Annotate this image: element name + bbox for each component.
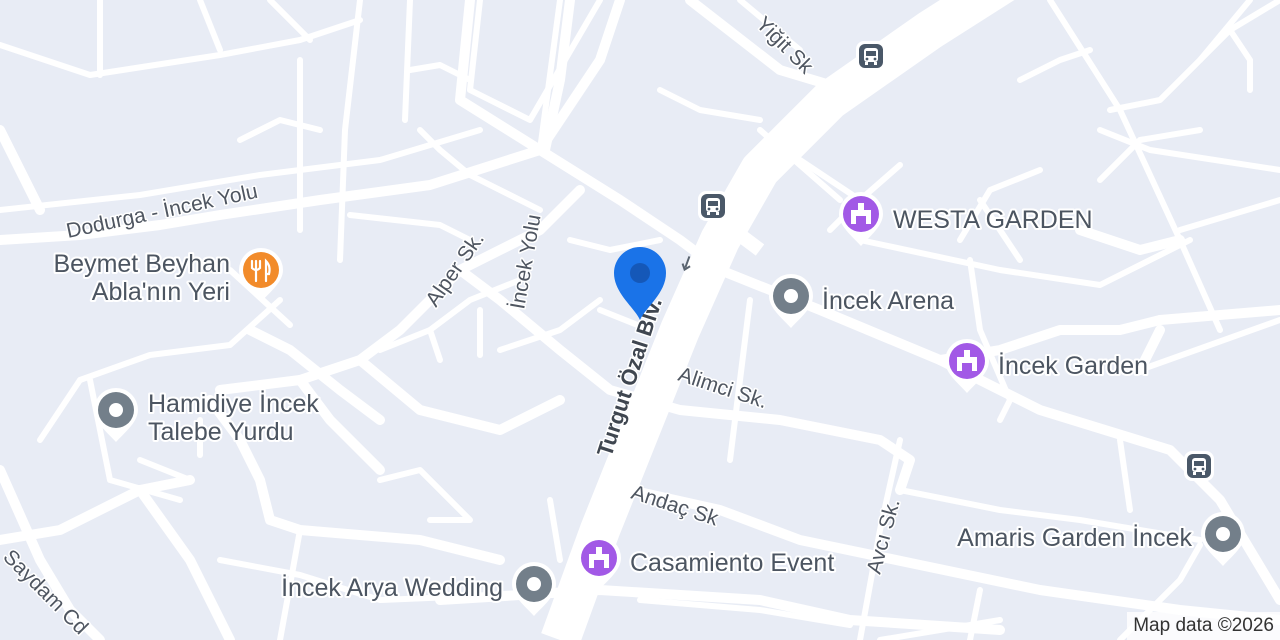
restaurant-pin[interactable] <box>239 248 283 302</box>
street-label-incek-yolu: İncek Yolu <box>506 213 545 311</box>
poi-beymet-beyhan[interactable]: Beymet Beyhan Abla'nın Yeri <box>52 248 284 308</box>
poi-amaris-garden[interactable]: Amaris Garden İncek <box>955 512 1245 566</box>
map-view[interactable]: Dodurga - İncek Yolu Alper Sk. İncek Yol… <box>0 0 1280 640</box>
bus-stop-2[interactable] <box>698 191 728 221</box>
poi-casamiento-event[interactable]: Casamiento Event <box>577 536 836 590</box>
poi-label-incek-arena: İncek Arena <box>822 286 954 315</box>
place-dot-icon <box>784 289 798 303</box>
street-label-alimci: Alimci Sk. <box>675 363 770 413</box>
place-dot-icon <box>109 403 123 417</box>
place-dot-icon <box>527 577 541 591</box>
poi-label-hamidiye-line2: Talebe Yurdu <box>148 418 294 446</box>
poi-westa-garden[interactable]: WESTA GARDEN <box>839 192 1095 246</box>
generic-place-pin[interactable] <box>769 274 813 328</box>
map-canvas[interactable]: Dodurga - İncek Yolu Alper Sk. İncek Yol… <box>0 0 1280 640</box>
poi-incek-arya-wedding[interactable]: İncek Arya Wedding <box>279 562 556 616</box>
street-label-andac: Andaç Sk <box>628 481 721 531</box>
poi-label-casamiento: Casamiento Event <box>630 549 834 577</box>
poi-hamidiye-incek[interactable]: Hamidiye İncek Talebe Yurdu <box>94 387 321 448</box>
street-label-saydam: Saydam Cd <box>0 545 92 639</box>
generic-place-pin[interactable] <box>1201 512 1245 566</box>
event-venue-pin[interactable] <box>839 192 883 246</box>
poi-incek-garden[interactable]: İncek Garden <box>945 339 1150 393</box>
place-dot-icon <box>1216 527 1230 541</box>
poi-label-beymet-line1: Beymet Beyhan <box>54 250 231 278</box>
poi-label-hamidiye-line1: Hamidiye İncek <box>148 389 319 418</box>
poi-label-incek-garden: İncek Garden <box>998 351 1148 380</box>
poi-label-beymet-line2: Abla'nın Yeri <box>92 278 230 306</box>
bus-stop-1[interactable] <box>856 41 886 71</box>
bus-stop-3[interactable] <box>1184 451 1214 481</box>
poi-label-westa: WESTA GARDEN <box>893 206 1093 234</box>
poi-label-arya: İncek Arya Wedding <box>281 573 503 602</box>
map-attribution: Map data ©2026 <box>1127 612 1280 640</box>
poi-incek-arena[interactable]: İncek Arena <box>769 274 956 328</box>
poi-label-amaris: Amaris Garden İncek <box>957 523 1192 552</box>
generic-place-pin[interactable] <box>512 562 556 616</box>
